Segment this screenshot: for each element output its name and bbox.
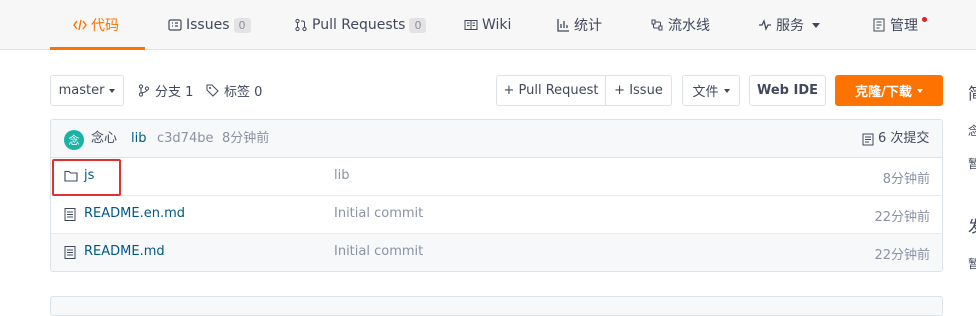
clone-download-label: 克隆/下载: [855, 85, 912, 100]
branches-label: 分支 1: [155, 84, 194, 100]
pull-request-icon: [294, 18, 308, 32]
new-pull-request-label: + Pull Request: [503, 83, 599, 98]
sidebar-text-fragment: 念: [968, 124, 976, 138]
branch-select-label: master: [58, 83, 105, 98]
chevron-down-icon: [916, 88, 923, 93]
file-menu-label: 文件: [692, 85, 719, 100]
active-tab-indicator: [50, 47, 145, 50]
tab-pipeline[interactable]: 流水线: [650, 0, 710, 50]
repo-tab-bar: 代码 Issues 0 Pull Requests 0 Wiki 统计 流水线: [0, 0, 976, 50]
branches-link[interactable]: 分支 1: [138, 78, 193, 102]
tab-code-label: 代码: [91, 18, 119, 34]
file-icon: [64, 246, 76, 259]
chevron-down-icon: [723, 88, 730, 93]
tab-wiki-label: Wiki: [482, 17, 512, 33]
tab-settings[interactable]: 管理: [872, 0, 918, 50]
commit-time: 8分钟前: [222, 131, 270, 146]
web-ide-label: Web IDE: [756, 83, 819, 98]
stats-icon: [556, 18, 570, 32]
file-icon: [64, 208, 76, 221]
commits-count-link[interactable]: 6 次提交: [862, 130, 929, 148]
file-name-link[interactable]: README.en.md: [84, 206, 185, 221]
tab-service[interactable]: 服务: [758, 0, 820, 50]
file-commit-time: 22分钟前: [874, 210, 930, 225]
tags-link[interactable]: 标签 0: [206, 78, 262, 102]
avatar[interactable]: 念: [64, 130, 84, 150]
service-icon: [758, 18, 772, 32]
tab-pull-requests-label: Pull Requests: [312, 17, 406, 33]
wiki-icon: [464, 18, 478, 32]
table-row[interactable]: README.en.md Initial commit 22分钟前: [51, 196, 942, 234]
new-pull-request-button[interactable]: + Pull Request: [496, 75, 606, 106]
commit-history-icon: [862, 133, 874, 145]
issues-count-badge: 0: [233, 17, 251, 33]
settings-icon: [872, 18, 886, 32]
issues-icon: [168, 18, 182, 32]
tab-pipeline-label: 流水线: [668, 18, 710, 34]
tag-icon: [206, 84, 219, 97]
sidebar-heading-fragment: 发: [968, 213, 976, 237]
pipeline-icon: [650, 18, 664, 32]
file-menu-button[interactable]: 文件: [682, 75, 740, 106]
branch-icon: [138, 83, 150, 97]
table-row[interactable]: README.md Initial commit 22分钟前: [51, 234, 942, 271]
file-commit-message[interactable]: lib: [334, 168, 349, 183]
sidebar-text-fragment: 暂: [968, 157, 976, 171]
highlight-box: [52, 159, 121, 196]
pull-requests-count-badge: 0: [409, 17, 427, 33]
file-commit-message[interactable]: Initial commit: [334, 244, 423, 259]
tab-service-label: 服务: [776, 18, 804, 34]
chevron-down-icon: [812, 22, 820, 28]
tab-code[interactable]: 代码: [73, 0, 119, 50]
sidebar-text-fragment: 暂: [968, 257, 976, 271]
avatar-text: 念: [68, 134, 80, 147]
chevron-down-icon: [109, 88, 116, 93]
commit-message[interactable]: lib: [131, 130, 146, 148]
tab-stats-label: 统计: [574, 18, 602, 34]
tab-pull-requests[interactable]: Pull Requests 0: [294, 0, 427, 50]
readme-panel: [50, 296, 943, 316]
branch-select[interactable]: master: [50, 75, 124, 106]
file-commit-message[interactable]: Initial commit: [334, 206, 423, 221]
file-list: 念 念心 lib c3d74be 8分钟前 6 次提交 js lib 8分钟前 …: [50, 119, 943, 272]
latest-commit-row: 念 念心 lib c3d74be 8分钟前 6 次提交: [51, 120, 942, 158]
tab-issues-label: Issues: [186, 17, 230, 33]
web-ide-button[interactable]: Web IDE: [749, 75, 826, 106]
file-commit-time: 22分钟前: [874, 248, 930, 263]
tab-settings-label: 管理: [890, 18, 918, 34]
sidebar-heading-fragment: 简: [968, 80, 976, 104]
notification-dot: [922, 17, 927, 22]
tags-label: 标签 0: [224, 84, 263, 100]
code-icon: [73, 18, 87, 32]
commit-hash[interactable]: c3d74be: [157, 130, 213, 148]
tab-issues[interactable]: Issues 0: [168, 0, 251, 50]
commit-author[interactable]: 念心: [91, 130, 117, 148]
tab-wiki[interactable]: Wiki: [464, 0, 511, 50]
new-issue-button[interactable]: + Issue: [605, 75, 672, 106]
file-name-link[interactable]: README.md: [84, 244, 165, 259]
new-issue-label: + Issue: [614, 83, 663, 98]
file-commit-time: 8分钟前: [882, 172, 930, 187]
table-row[interactable]: js lib 8分钟前: [51, 158, 942, 196]
tab-stats[interactable]: 统计: [556, 0, 602, 50]
commits-count: 6 次提交: [878, 131, 930, 146]
clone-download-button[interactable]: 克隆/下载: [835, 75, 943, 106]
